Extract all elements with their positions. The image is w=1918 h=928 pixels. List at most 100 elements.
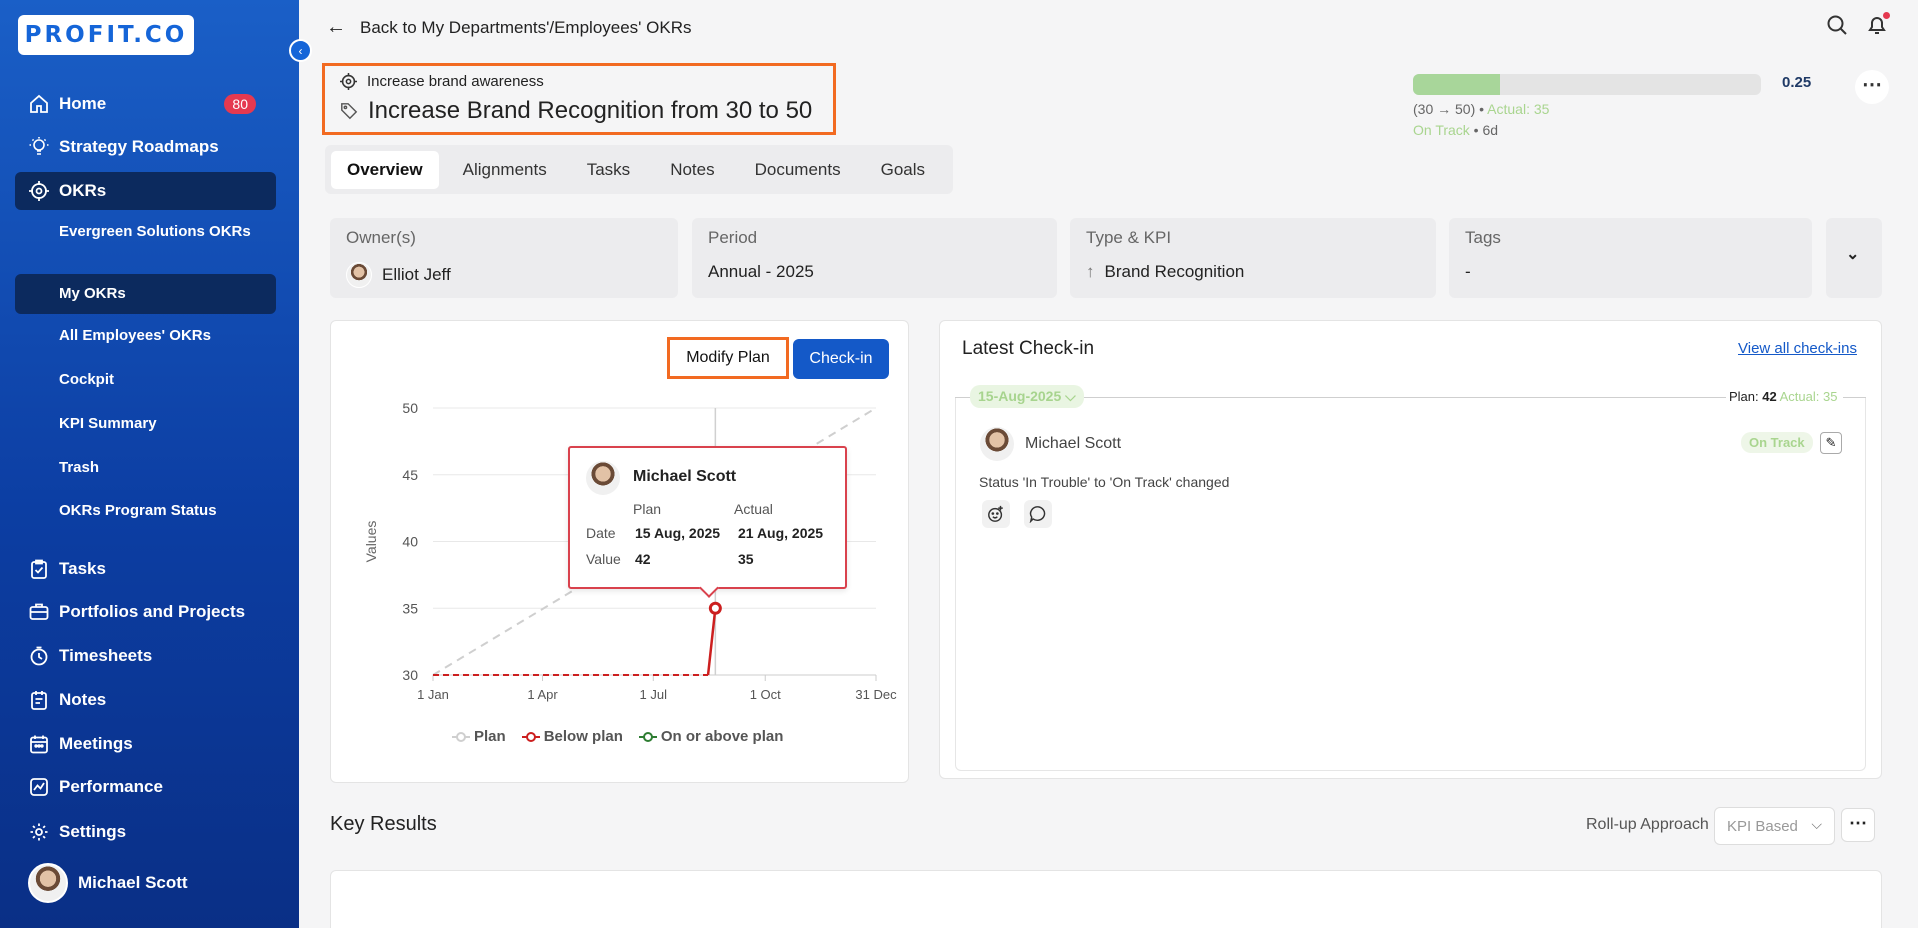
sidebar-item-portfolios[interactable]: Portfolios and Projects (15, 593, 276, 631)
arrow-left-icon: ← (326, 16, 346, 38)
kebab-icon: ⋯ (1862, 74, 1882, 96)
notifications-button[interactable] (1866, 12, 1890, 41)
tags-card[interactable]: Tags - (1449, 218, 1812, 298)
rollup-approach-select[interactable]: KPI Based (1714, 807, 1835, 845)
tooltip-plan-date: 15 Aug, 2025 (635, 525, 721, 541)
tag-icon (341, 103, 358, 120)
notepad-icon (31, 691, 47, 710)
checkin-plan-label: Plan: (1729, 389, 1759, 404)
sidebar-item-label: Performance (59, 777, 163, 796)
rollup-approach-label: Roll-up Approach (1586, 816, 1709, 833)
sidebar-item-label: Home (59, 94, 107, 113)
sidebar-item-tasks[interactable]: Tasks (15, 550, 276, 588)
sidebar-item-label: OKRs (59, 181, 107, 200)
home-icon (30, 94, 48, 113)
chart-legend: Plan Below plan On or above plan (452, 728, 783, 745)
current-user[interactable]: Michael Scott (28, 863, 188, 903)
emoji-add-icon (988, 505, 1003, 522)
sidebar-collapse-button[interactable]: ‹ (289, 39, 312, 62)
current-user-name: Michael Scott (78, 873, 188, 892)
avatar (979, 426, 1015, 462)
modify-plan-button[interactable]: Modify Plan (667, 337, 789, 379)
checkin-status-badge: On Track (1741, 432, 1813, 453)
progress-fill (1413, 74, 1500, 95)
sidebar-subitem-all-employees-okrs[interactable]: All Employees' OKRs (15, 326, 276, 346)
checkin-date: 15-Aug-2025 (978, 388, 1062, 404)
sidebar-item-timesheets[interactable]: Timesheets (15, 637, 276, 675)
add-reaction-button[interactable] (982, 500, 1010, 528)
legend-on-above-plan[interactable]: On or above plan (638, 728, 783, 745)
chart-tooltip: Michael Scott Plan Actual Date Value 15 … (568, 446, 847, 589)
sidebar-item-label: Notes (59, 690, 107, 709)
comment-button[interactable] (1024, 500, 1052, 528)
arrow-up-icon: ↑ (1086, 262, 1095, 281)
sidebar-item-settings[interactable]: Settings (15, 813, 276, 851)
sidebar-item-label: Settings (59, 822, 127, 841)
tooltip-date-label: Date (586, 525, 616, 541)
profit-co-logo[interactable]: PROFIT.CO (18, 15, 194, 55)
legend-plan[interactable]: Plan (452, 728, 506, 745)
chevron-double-down-icon: ⌄ (1846, 246, 1860, 263)
expand-details-button[interactable]: ⌄ (1826, 218, 1882, 298)
sidebar-subitem-trash[interactable]: Trash (15, 458, 276, 478)
legend-below-marker (521, 731, 540, 742)
y-tick-label: 40 (402, 534, 418, 550)
comment-icon (1029, 506, 1046, 523)
sidebar-item-notes[interactable]: Notes (15, 681, 276, 719)
target-icon (29, 181, 49, 201)
tab-goals[interactable]: Goals (865, 151, 941, 189)
sidebar-item-strategy-roadmaps[interactable]: Strategy Roadmaps (15, 128, 276, 166)
checkin-actual: Actual: 35 (1779, 389, 1838, 404)
view-all-checkins-link[interactable]: View all check-ins (1738, 340, 1857, 357)
tooltip-plan-header: Plan (633, 501, 662, 517)
status-line: On Track • 6d (1413, 122, 1499, 138)
back-label: Back to My Departments'/Employees' OKRs (360, 17, 692, 37)
type-kpi-card[interactable]: Type & KPI ↑ Brand Recognition (1070, 218, 1436, 298)
tab-notes[interactable]: Notes (654, 151, 730, 189)
sidebar-subitem-kpi-summary[interactable]: KPI Summary (15, 414, 276, 434)
below-plan-series-line (706, 608, 717, 676)
actual-data-point (708, 601, 722, 615)
period-card[interactable]: Period Annual - 2025 (692, 218, 1057, 298)
tab-alignments[interactable]: Alignments (447, 151, 563, 189)
tab-overview[interactable]: Overview (331, 150, 439, 189)
back-link[interactable]: ← Back to My Departments'/Employees' OKR… (326, 16, 692, 39)
lightbulb-icon (29, 137, 49, 155)
type-kpi-label: Type & KPI (1086, 228, 1172, 247)
check-in-button[interactable]: Check-in (793, 339, 889, 379)
sidebar-subitem-my-okrs[interactable]: My OKRs (15, 274, 276, 314)
tooltip-actual-header: Actual (734, 501, 773, 517)
parent-objective[interactable]: Increase brand awareness (340, 73, 544, 90)
tab-tasks[interactable]: Tasks (571, 151, 646, 189)
search-icon[interactable] (1826, 14, 1848, 36)
tooltip-plan-value: 42 (635, 551, 651, 567)
key-results-title: Key Results (330, 813, 437, 835)
owner-label: Owner(s) (346, 228, 416, 247)
range-line: (30 → 50) • Actual: 35 (1413, 101, 1550, 117)
sidebar-item-meetings[interactable]: Meetings (15, 725, 276, 763)
legend-below-plan[interactable]: Below plan (521, 728, 623, 745)
period-value: Annual - 2025 (708, 262, 814, 281)
sidebar-subitem-cockpit[interactable]: Cockpit (15, 370, 276, 390)
actual-text: Actual: 35 (1487, 101, 1550, 117)
checkin-date-pill[interactable]: 15-Aug-2025 ⌵ (970, 385, 1084, 408)
top-icons (1826, 12, 1890, 41)
owner-card[interactable]: Owner(s) Elliot Jeff (330, 218, 678, 298)
sidebar-item-okrs[interactable]: OKRs (15, 172, 276, 210)
days-left-text: 6d (1482, 122, 1499, 138)
tooltip-actual-value: 35 (738, 551, 754, 567)
key-results-more-button[interactable]: ⋯ (1841, 808, 1875, 842)
sidebar-item-performance[interactable]: Performance (15, 768, 276, 806)
notification-dot (1883, 12, 1890, 19)
objective-header: Increase brand awareness Increase Brand … (322, 63, 836, 135)
more-options-button[interactable]: ⋯ (1855, 70, 1889, 104)
tab-documents[interactable]: Documents (739, 151, 857, 189)
edit-checkin-button[interactable]: ✎ (1820, 432, 1842, 454)
type-kpi-value: ↑ Brand Recognition (1086, 262, 1244, 282)
tooltip-value-label: Value (586, 551, 621, 567)
sidebar-item-home[interactable]: Home 80 (15, 85, 276, 123)
sidebar-subitem-evergreen-okrs[interactable]: Evergreen Solutions OKRs (15, 222, 276, 242)
sidebar-subitem-okrs-program-status[interactable]: OKRs Program Status (15, 501, 276, 521)
gear-icon (30, 823, 48, 841)
stopwatch-icon (30, 646, 48, 666)
